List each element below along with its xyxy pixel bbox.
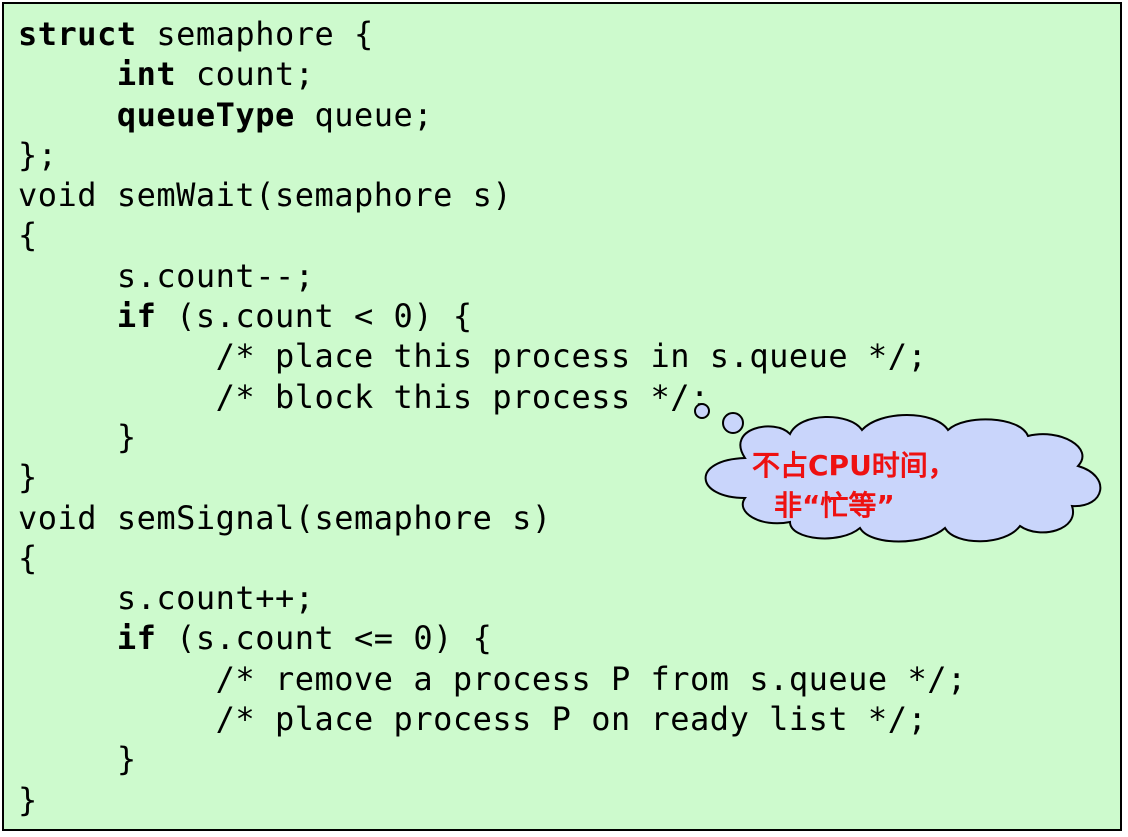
code-line: void semWait(semaphore s) [18,175,967,215]
code-line: int count; [18,54,967,94]
code-block: struct semaphore { int count; queueType … [18,14,967,820]
code-text: (s.count < 0) { [156,297,473,336]
code-text: /* block this process */; [215,377,710,416]
code-line: }; [18,135,967,175]
code-line: if (s.count <= 0) { [18,618,967,658]
code-line: { [18,538,967,578]
code-line: } [18,739,967,779]
code-text: queue; [294,95,434,134]
code-text: { [18,538,38,577]
code-text: (s.count <= 0) { [156,619,493,658]
code-text: /* place process P on ready list */; [215,700,928,739]
code-text: count; [176,55,315,94]
code-line: /* place process P on ready list */; [18,699,967,739]
code-text: /* place this process in s.queue */; [215,337,928,376]
callout-line-2: 非“忙等” [774,489,895,522]
code-text: semaphore { [136,15,374,53]
thought-bubble-text: 不占CPU时间， 非“忙等” [740,446,1040,526]
code-line: } [18,780,967,820]
code-line: s.count--; [18,256,967,296]
code-text: }; [18,135,58,174]
code-keyword: struct [18,15,137,53]
code-line: if (s.count < 0) { [18,296,967,336]
code-line: { [18,215,967,255]
code-line: queueType queue; [18,95,967,135]
code-text: } [18,458,38,497]
code-text: s.count--; [116,256,315,295]
code-text: /* remove a process P from s.queue */; [215,659,967,698]
code-text: s.count++; [116,579,315,618]
code-text: void semSignal(semaphore s) [18,498,552,537]
code-text: } [116,740,137,779]
code-keyword: int [116,55,177,94]
code-line: /* block this process */; [18,377,967,417]
code-keyword: if [116,619,157,658]
code-line: /* place this process in s.queue */; [18,336,967,376]
code-keyword: queueType [116,95,295,134]
code-text: void semWait(semaphore s) [18,176,513,215]
code-line: /* remove a process P from s.queue */; [18,659,967,699]
code-line: s.count++; [18,578,967,618]
code-keyword: if [116,297,157,336]
code-text: } [18,780,38,819]
code-text: } [116,417,137,456]
code-text: { [18,216,38,255]
callout-line-1: 不占CPU时间， [752,449,956,482]
code-line: struct semaphore { [18,14,967,54]
